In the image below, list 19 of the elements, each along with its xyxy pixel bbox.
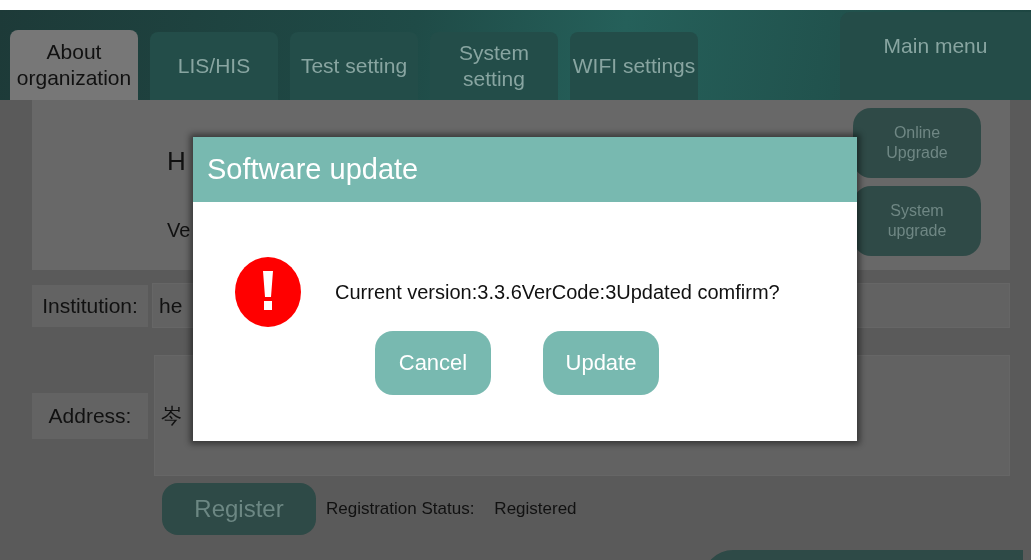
institution-label: Institution: — [32, 284, 148, 327]
dialog-message: Current version:3.3.6VerCode:3Updated comfirm? — [335, 280, 780, 304]
status-label: Registration Status: — [326, 499, 475, 519]
address-label: Address: — [32, 392, 148, 439]
dialog-button[interactable]: Update — [543, 331, 659, 395]
tab[interactable]: LIS/HIS — [150, 32, 278, 100]
version-text: Ve — [167, 219, 191, 242]
status-value: Registered — [494, 499, 577, 519]
dialog-button[interactable]: Cancel — [375, 331, 491, 395]
main-menu-button[interactable]: Main menu — [840, 12, 1031, 100]
upgrade-button[interactable]: Online Upgrade — [853, 108, 981, 178]
warning-icon — [235, 257, 301, 327]
dialog-title: Software update — [193, 137, 857, 202]
tab[interactable]: System setting — [430, 32, 558, 100]
tab[interactable]: Test setting — [290, 32, 418, 100]
tab[interactable]: About organization — [10, 30, 138, 100]
tab[interactable]: WIFI settings — [570, 32, 698, 100]
device-name: H — [167, 146, 187, 177]
register-button[interactable]: Register — [162, 483, 316, 535]
